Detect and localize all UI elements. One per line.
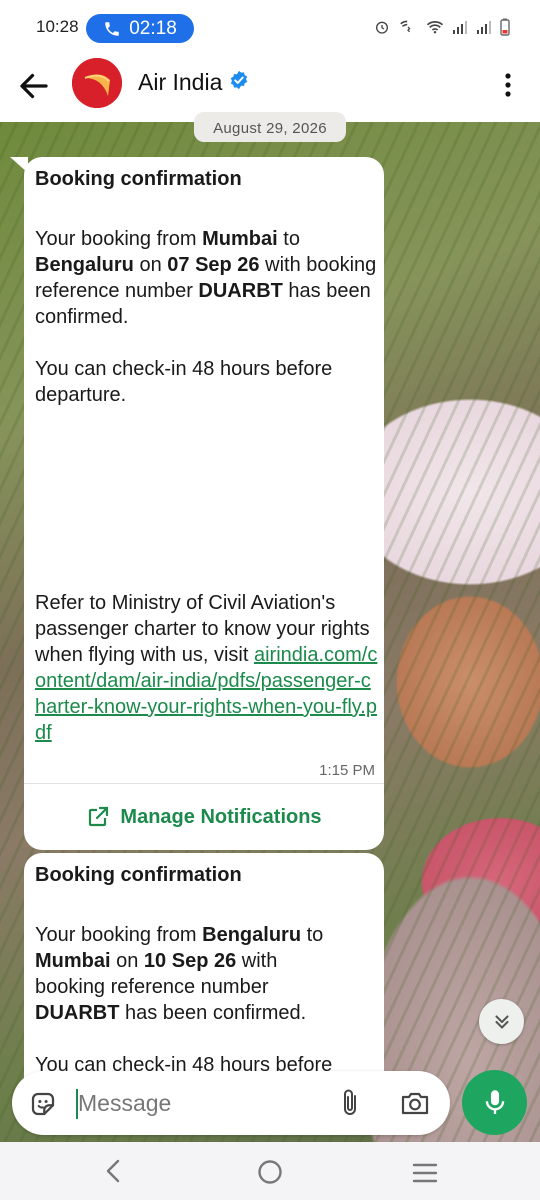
message-title: Booking confirmation (35, 864, 242, 886)
scroll-to-bottom-button[interactable] (479, 999, 524, 1044)
date-separator: August 29, 2026 (194, 112, 346, 142)
status-bar: 10:28 02:18 (0, 0, 540, 56)
destination-city: Bengaluru (35, 254, 134, 276)
alarm-icon (374, 19, 390, 40)
camera-button[interactable] (400, 1090, 430, 1121)
camera-icon (401, 1092, 429, 1115)
message-bubble[interactable]: Booking confirmation Your booking from B… (24, 853, 384, 1093)
message-bubble[interactable]: Booking confirmation Your booking from M… (24, 157, 384, 850)
paperclip-icon (344, 1089, 356, 1115)
emoji-button[interactable] (28, 1089, 58, 1124)
voice-message-button[interactable] (462, 1070, 527, 1135)
booking-reference: DUARBT (35, 1002, 120, 1024)
travel-date: 10 Sep 26 (143, 950, 237, 972)
destination-city: Mumbai (35, 950, 111, 972)
wifi-icon (426, 20, 444, 39)
message-paragraph: Refer to Ministry of Civil Aviation's pa… (35, 592, 378, 744)
microphone-icon (485, 1089, 504, 1114)
message-paragraph: You can check-in 48 hours before departu… (35, 358, 333, 406)
manage-notifications-label: Manage Notifications (120, 806, 322, 828)
chevron-left-icon (106, 1159, 120, 1183)
call-timer: 02:18 (129, 17, 177, 39)
message-paragraph: Your booking from Mumbai to Bengaluru on… (35, 228, 377, 328)
message-input[interactable] (78, 1085, 328, 1121)
nav-back-button[interactable] (102, 1158, 126, 1189)
air-india-logo-icon (72, 58, 122, 108)
home-circle-icon (258, 1160, 282, 1184)
more-options-button[interactable] (496, 68, 520, 102)
signal-icon (452, 20, 468, 39)
travel-date: 07 Sep 26 (167, 254, 260, 276)
system-navigation-bar (0, 1142, 540, 1200)
avatar[interactable] (72, 58, 122, 108)
origin-city: Bengaluru (202, 924, 302, 946)
more-vertical-icon (505, 73, 511, 97)
verified-badge-icon (229, 70, 249, 95)
open-external-icon (89, 806, 109, 827)
signal-icon (476, 20, 492, 39)
nav-home-button[interactable] (257, 1159, 283, 1190)
nav-recents-button[interactable] (412, 1162, 438, 1189)
message-paragraph: Your booking from Bengaluru to Mumbai on… (35, 924, 324, 1024)
message-timestamp: 1:15 PM (319, 762, 375, 779)
battery-low-icon (500, 18, 510, 41)
manage-notifications-button[interactable]: Manage Notifications (24, 784, 384, 850)
ongoing-call-pill[interactable]: 02:18 (86, 14, 194, 43)
booking-reference: DUARBT (198, 280, 283, 302)
wifi-call-icon (398, 19, 418, 40)
message-composer (12, 1071, 450, 1135)
back-button[interactable] (16, 68, 52, 104)
phone-icon (105, 21, 119, 36)
double-chevron-down-icon (494, 1014, 509, 1029)
conversation-title[interactable]: Air India (138, 69, 222, 96)
status-time: 10:28 (36, 17, 79, 36)
attach-button[interactable] (338, 1088, 362, 1123)
origin-city: Mumbai (202, 228, 278, 250)
status-icons (374, 18, 510, 41)
message-title: Booking confirmation (35, 168, 242, 190)
menu-lines-icon (412, 1163, 438, 1183)
sticker-emoji-icon (31, 1092, 55, 1116)
arrow-left-icon (20, 73, 48, 99)
